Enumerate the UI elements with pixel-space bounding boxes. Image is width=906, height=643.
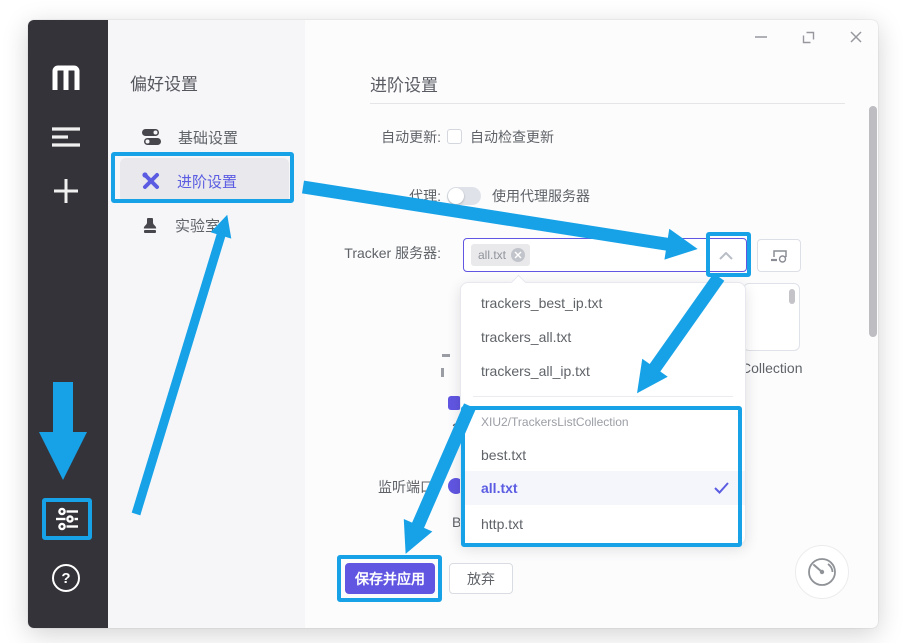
text-fragment bbox=[442, 354, 450, 357]
app-root: ? 偏好设置 基础设置 进阶设置 bbox=[0, 0, 906, 643]
auto-check-update-checkbox[interactable] bbox=[447, 129, 462, 144]
selected-tracker-tag: all.txt bbox=[471, 244, 530, 266]
tracker-server-label: Tracker 服务器: bbox=[344, 245, 441, 262]
tracker-list-textarea-fragment[interactable] bbox=[743, 283, 800, 351]
proxy-toggle-label: 使用代理服务器 bbox=[492, 188, 590, 205]
proxy-label: 代理: bbox=[409, 188, 441, 205]
dropdown-item[interactable]: http.txt bbox=[461, 510, 745, 538]
dropdown-divider bbox=[473, 396, 733, 397]
dropdown-item[interactable]: trackers_best_ip.txt bbox=[461, 289, 745, 317]
nav-item-label: 进阶设置 bbox=[177, 171, 237, 192]
dropdown-item[interactable]: best.txt bbox=[461, 441, 745, 469]
close-button[interactable] bbox=[848, 29, 864, 45]
close-icon bbox=[849, 30, 863, 44]
preferences-sliders-icon[interactable] bbox=[54, 507, 80, 531]
nav-item-advanced-settings[interactable]: 进阶设置 bbox=[141, 169, 237, 193]
motrix-preferences-window: ? 偏好设置 基础设置 进阶设置 bbox=[28, 20, 878, 628]
check-icon bbox=[714, 482, 729, 494]
minimize-button[interactable] bbox=[753, 29, 769, 45]
tracker-select-input[interactable]: all.txt bbox=[463, 238, 747, 272]
add-task-icon[interactable] bbox=[51, 176, 81, 206]
page-scrollbar-thumb[interactable] bbox=[869, 106, 877, 337]
proxy-toggle[interactable] bbox=[447, 187, 481, 205]
auto-check-update-label: 自动检查更新 bbox=[470, 129, 554, 146]
lab-stamp-icon bbox=[141, 216, 159, 234]
nav-panel-title: 偏好设置 bbox=[130, 70, 198, 95]
motrix-logo-icon bbox=[48, 62, 84, 94]
selected-item-label: all.txt bbox=[481, 471, 518, 505]
maximize-button[interactable] bbox=[800, 29, 816, 45]
app-sidebar: ? bbox=[28, 20, 108, 628]
dropdown-item[interactable]: trackers_all.txt bbox=[461, 323, 745, 351]
dropdown-item-selected[interactable]: all.txt bbox=[461, 471, 745, 505]
preferences-nav-panel: 偏好设置 基础设置 进阶设置 bbox=[108, 20, 305, 628]
sync-trackers-button[interactable] bbox=[757, 239, 801, 272]
tracker-dropdown-panel: trackers_best_ip.txt trackers_all.txt tr… bbox=[460, 282, 746, 545]
task-list-icon[interactable] bbox=[51, 126, 81, 148]
toggles-icon bbox=[141, 128, 162, 146]
nav-item-basic-settings[interactable]: 基础设置 bbox=[141, 125, 238, 149]
help-icon[interactable]: ? bbox=[52, 564, 80, 592]
dropdown-notch bbox=[511, 275, 527, 291]
minimize-icon bbox=[754, 30, 768, 44]
chevron-up-icon[interactable] bbox=[719, 252, 733, 260]
nav-item-label: 实验室 bbox=[175, 215, 220, 236]
save-apply-button[interactable]: 保存并应用 bbox=[345, 563, 435, 594]
nav-item-label: 基础设置 bbox=[178, 127, 238, 148]
title-divider bbox=[370, 103, 845, 104]
collection-text-fragment: Collection bbox=[741, 360, 802, 377]
sync-screen-icon bbox=[770, 248, 788, 263]
maximize-icon bbox=[801, 30, 816, 45]
text-fragment bbox=[441, 368, 444, 377]
listen-port-label: 监听端口 bbox=[378, 479, 434, 496]
tools-icon bbox=[141, 171, 161, 191]
tag-label: all.txt bbox=[478, 248, 506, 262]
speed-gauge-button[interactable] bbox=[795, 545, 849, 599]
auto-update-label: 自动更新: bbox=[381, 129, 441, 146]
gauge-icon bbox=[804, 554, 840, 590]
dropdown-group-label: XIU2/TrackersListCollection bbox=[481, 412, 629, 432]
nav-item-lab[interactable]: 实验室 bbox=[141, 213, 220, 237]
dropdown-item[interactable]: trackers_all_ip.txt bbox=[461, 357, 745, 385]
tag-remove-icon[interactable] bbox=[511, 248, 525, 262]
page-title: 进阶设置 bbox=[370, 71, 438, 96]
discard-button[interactable]: 放弃 bbox=[449, 563, 513, 594]
number-fragment: 2 bbox=[452, 420, 460, 437]
textarea-scrollbar-thumb[interactable] bbox=[789, 289, 795, 304]
